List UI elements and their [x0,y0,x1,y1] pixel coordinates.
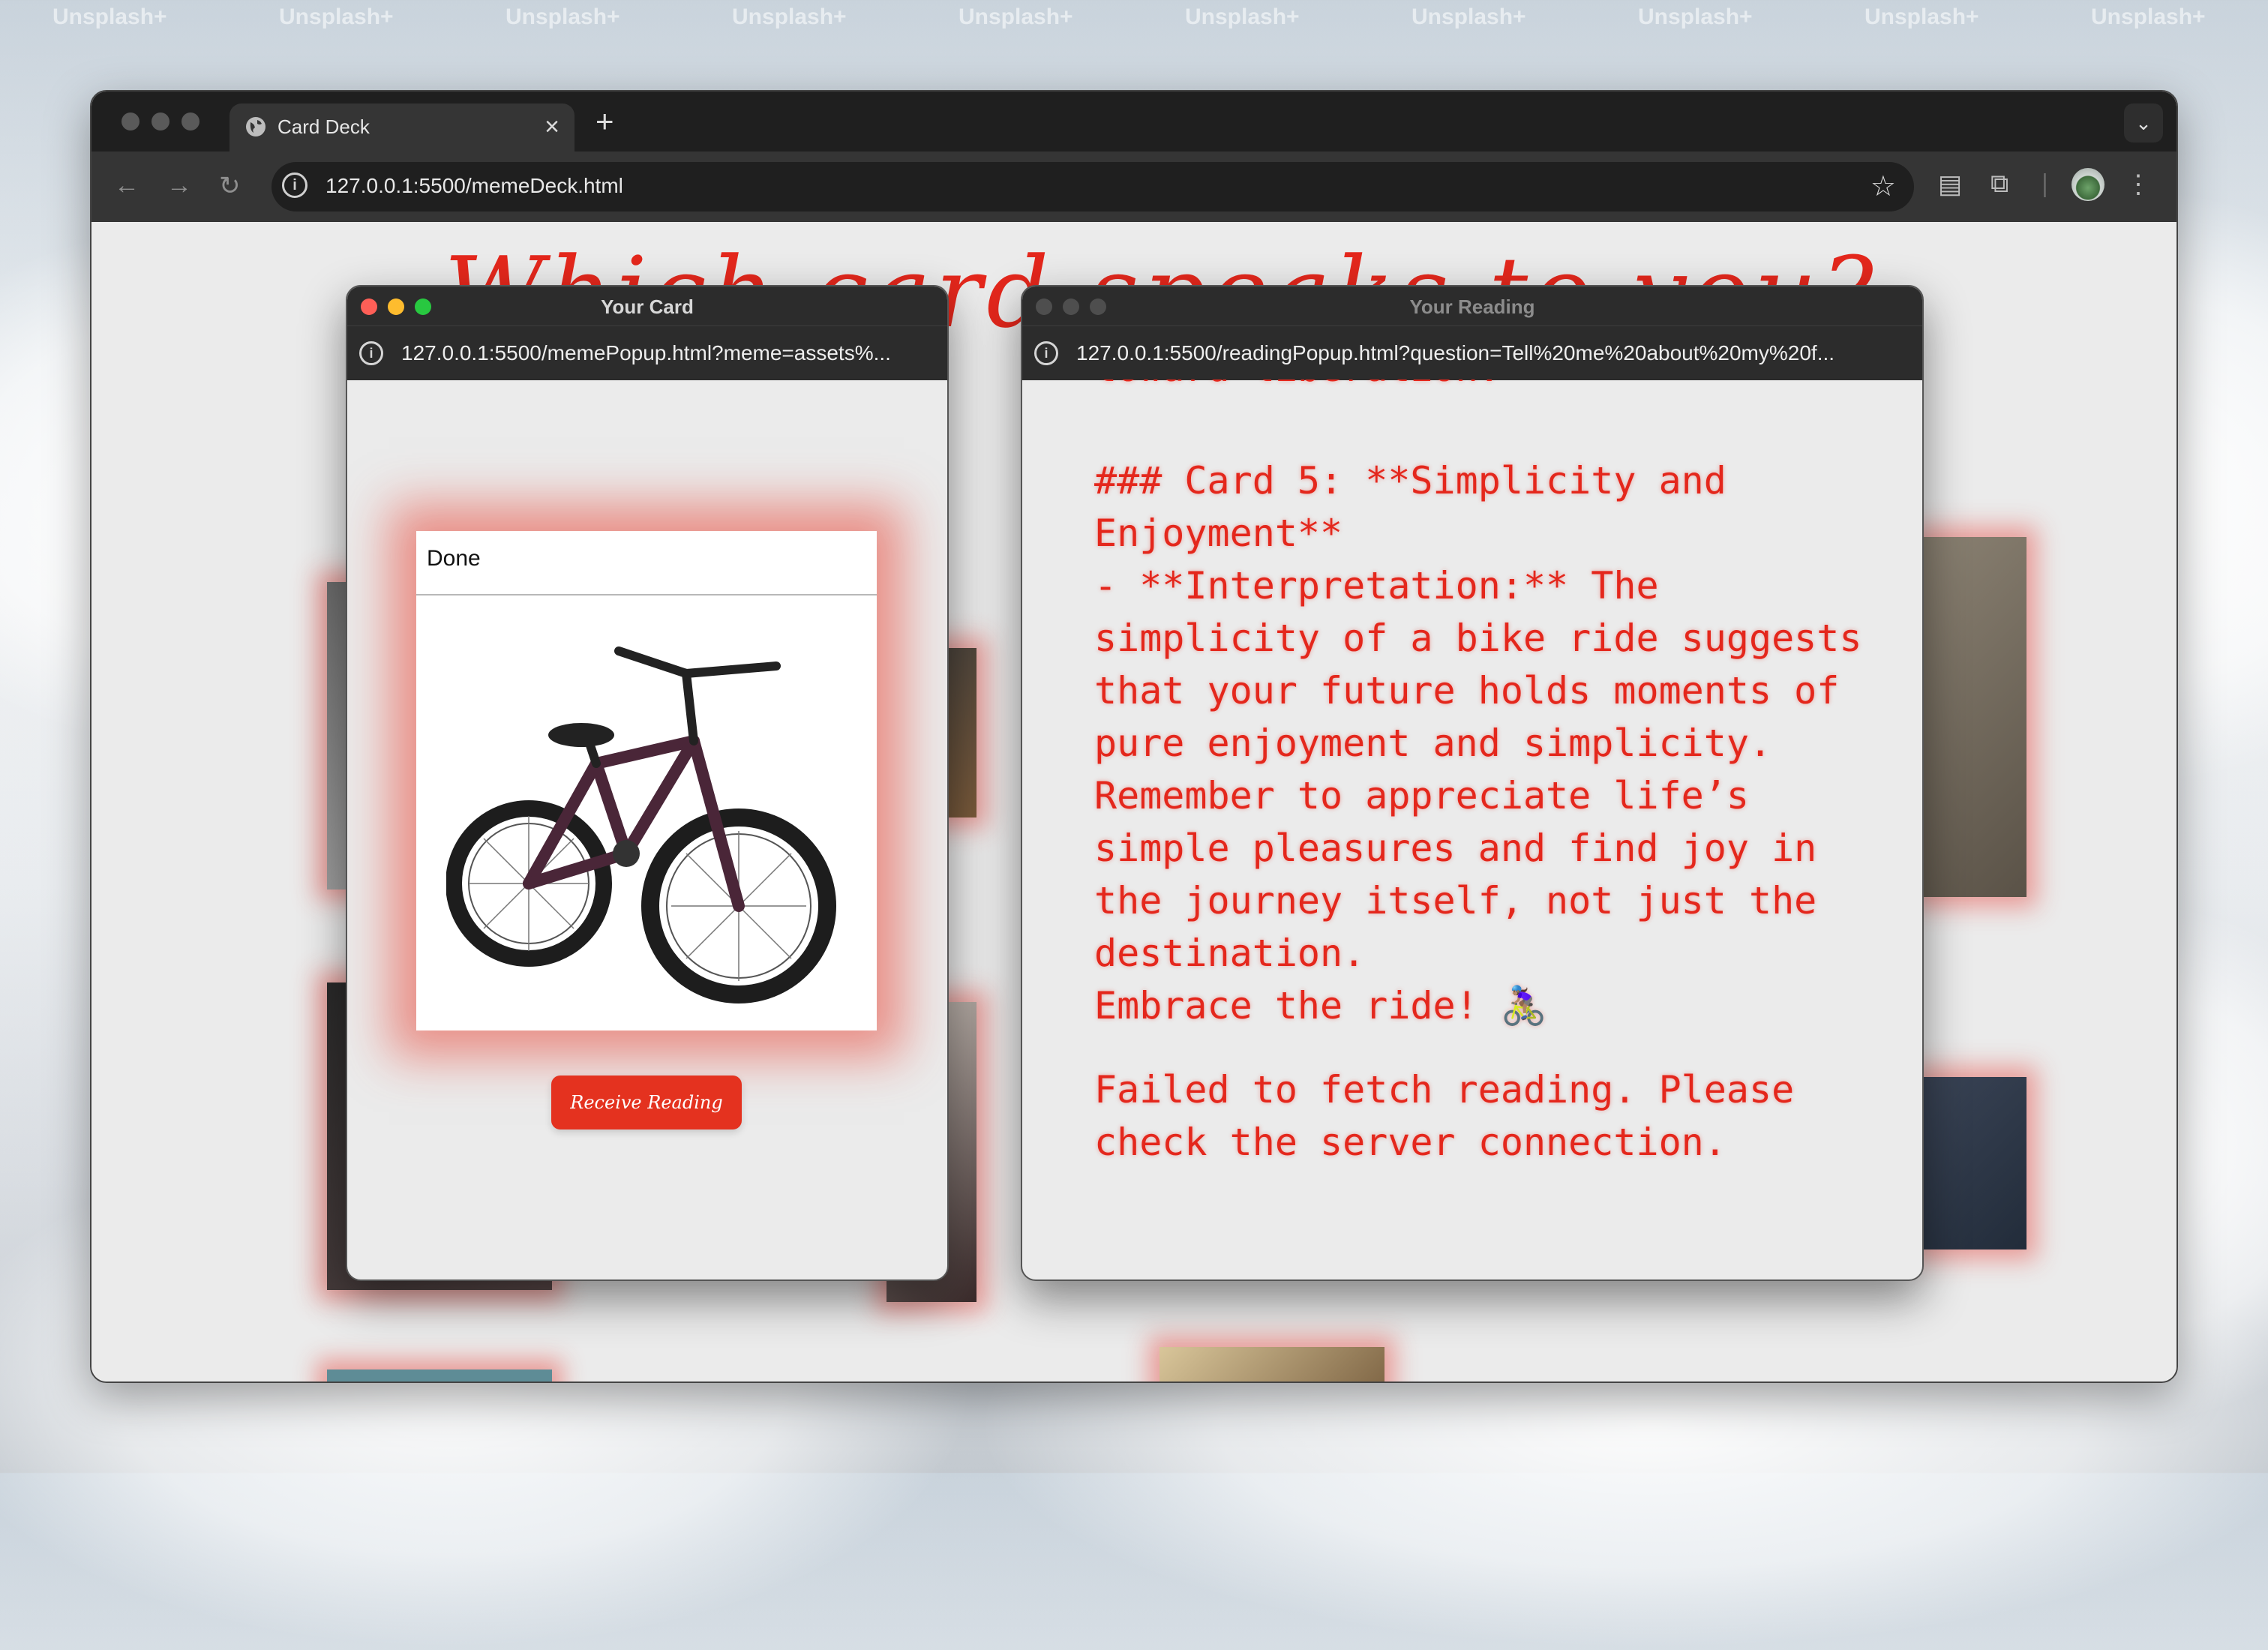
reading-closing: Embrace the ride! 🚴🏽‍♀️ [1094,984,1548,1028]
reading-scroll-area[interactable]: toward liberation. ### Card 5: **Simplic… [1022,380,1922,1280]
site-info-icon[interactable]: i [359,341,383,365]
deck-card[interactable] [1922,537,2026,897]
toolbar-divider: | [2042,170,2048,198]
popup-titlebar: Your Card [347,286,947,326]
popup-url: 127.0.0.1:5500/readingPopup.html?questio… [1076,341,1835,364]
card: Done [416,531,877,1030]
reading-interpretation: - **Interpretation:** The simplicity of … [1094,564,1885,975]
tab-card-deck[interactable]: Card Deck × [230,104,574,152]
watermark: Unsplash+ [1412,4,1526,29]
bicycle-image [446,646,836,1004]
address-url: 127.0.0.1:5500/memeDeck.html [326,174,623,197]
receive-reading-button[interactable]: Receive Reading [551,1076,742,1130]
watermark: Unsplash+ [1864,4,1979,29]
tab-search-chevron-icon[interactable]: ⌄ [2124,104,2163,142]
popup-address-bar: i 127.0.0.1:5500/memePopup.html?meme=ass… [347,326,947,380]
forward-arrow-icon[interactable]: → [166,171,192,200]
reading-list-icon[interactable]: ▤ [1938,170,1962,200]
your-reading-popup: Your Reading i 127.0.0.1:5500/readingPop… [1021,285,1924,1281]
reading-error-message: Failed to fetch reading. Please check th… [1094,1068,1817,1164]
popup-titlebar: Your Reading [1022,286,1922,326]
new-tab-button[interactable]: + [596,104,614,140]
address-bar[interactable]: i 127.0.0.1:5500/memeDeck.html ☆ [272,162,1914,212]
site-info-icon[interactable]: i [1034,341,1058,365]
popup-title: Your Reading [1409,296,1535,318]
watermark: Unsplash+ [732,4,847,29]
back-arrow-icon[interactable]: ← [114,171,140,200]
watermark: Unsplash+ [279,4,394,29]
watermark: Unsplash+ [1185,4,1300,29]
watermark: Unsplash+ [958,4,1073,29]
watermark: Unsplash+ [52,4,167,29]
deck-card[interactable] [327,1370,552,1382]
watermark: Unsplash+ [2091,4,2206,29]
toolbar: ← → ↻ i 127.0.0.1:5500/memeDeck.html ☆ ▤… [92,152,2176,222]
maximize-window-button[interactable] [182,112,200,130]
window-controls [122,112,200,130]
watermark: Unsplash+ [506,4,620,29]
reload-icon[interactable]: ↻ [219,171,241,201]
minimize-window-button[interactable] [152,112,170,130]
card-caption: Done [427,546,481,571]
popup-address-bar: i 127.0.0.1:5500/readingPopup.html?quest… [1022,326,1922,380]
extensions-puzzle-icon[interactable]: ⧉ [1990,170,2008,199]
watermark: Unsplash+ [1638,4,1753,29]
deck-card[interactable] [1922,1077,2026,1250]
close-window-button[interactable] [122,112,140,130]
globe-icon [246,117,266,136]
site-info-icon[interactable]: i [282,172,308,198]
tab-title: Card Deck [278,116,370,138]
your-card-popup: Your Card i 127.0.0.1:5500/memePopup.htm… [346,285,949,1281]
more-menu-icon[interactable]: ⋮ [2126,170,2151,200]
profile-avatar[interactable] [2072,168,2104,201]
popup-url: 127.0.0.1:5500/memePopup.html?meme=asset… [401,341,891,364]
popup-title: Your Card [601,296,694,318]
bookmark-star-icon[interactable]: ☆ [1870,170,1896,203]
tab-bar: Card Deck × + ⌄ [92,92,2176,152]
deck-card[interactable] [1160,1347,1384,1382]
card-header: Done [416,531,877,596]
reading-partial-line: toward liberation. [1094,380,1889,394]
reading-card-heading: ### Card 5: **Simplicity and Enjoyment** [1094,459,1749,555]
close-tab-icon[interactable]: × [544,112,560,142]
